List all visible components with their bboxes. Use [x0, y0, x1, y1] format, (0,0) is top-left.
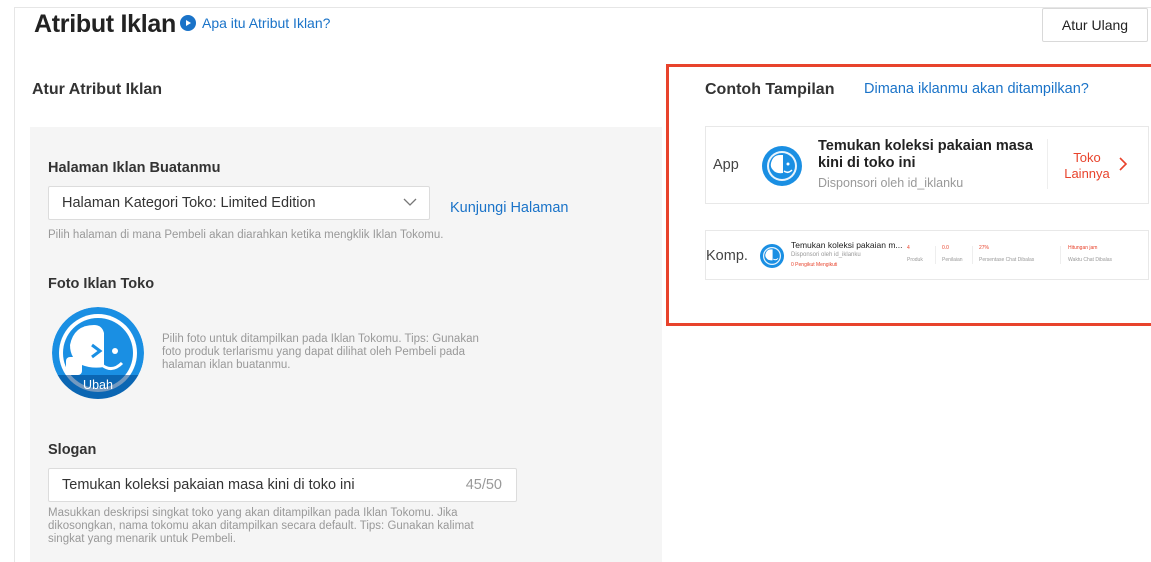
- desktop-preview-sponsor: Disponsori oleh id_iklanku: [791, 252, 861, 258]
- help-link-label: Apa itu Atribut Iklan?: [202, 15, 331, 31]
- shop-logo-icon: [762, 146, 802, 186]
- top-divider: [15, 7, 1151, 8]
- change-photo-label: Ubah: [52, 375, 144, 399]
- stat-value-chat-time: Hitungan jam: [1068, 245, 1098, 251]
- page-title: Atribut Iklan: [34, 10, 176, 38]
- app-preview-sponsor: Disponsori oleh id_iklanku: [818, 176, 964, 190]
- stat-divider: [1060, 246, 1061, 264]
- shop-photo-avatar[interactable]: Ubah: [52, 307, 144, 399]
- ad-page-select[interactable]: Halaman Kategori Toko: Limited Edition: [48, 186, 430, 220]
- chevron-right-icon[interactable]: [1119, 157, 1128, 171]
- app-card-divider: [1047, 139, 1048, 189]
- ad-page-label: Halaman Iklan Buatanmu: [48, 160, 221, 176]
- help-link[interactable]: Apa itu Atribut Iklan?: [180, 15, 330, 31]
- app-label: App: [713, 157, 739, 173]
- ad-page-help: Pilih halaman di mana Pembeli akan diara…: [48, 229, 444, 241]
- settings-section-title: Atur Atribut Iklan: [32, 81, 163, 98]
- stat-label-chat-rate: Persentase Chat Dibalas: [979, 257, 1035, 263]
- left-divider: [14, 7, 15, 562]
- stat-value-chat-rate: 27%: [979, 245, 990, 251]
- stat-label-chat-time: Waktu Chat Dibalas: [1068, 257, 1112, 263]
- photo-help: Pilih foto untuk ditampilkan pada Iklan …: [162, 333, 479, 371]
- ad-page-selected-value: Halaman Kategori Toko: Limited Edition: [62, 195, 316, 211]
- slogan-value: Temukan koleksi pakaian masa kini di tok…: [62, 477, 355, 493]
- app-preview-headline: Temukan koleksi pakaian masa kini di tok…: [818, 138, 1033, 171]
- play-circle-icon: [180, 15, 196, 31]
- visit-page-link[interactable]: Kunjungi Halaman: [450, 200, 569, 216]
- slogan-input[interactable]: Temukan koleksi pakaian masa kini di tok…: [48, 468, 517, 502]
- slogan-label: Slogan: [48, 442, 97, 458]
- slogan-char-counter: 45/50: [465, 477, 502, 493]
- desktop-preview-followers: 0 Pengikut Mengikuti: [791, 262, 838, 268]
- desktop-label: Komp.: [706, 248, 748, 264]
- ad-placement-link[interactable]: Dimana iklanmu akan ditampilkan?: [864, 81, 1089, 97]
- stat-divider: [935, 246, 936, 264]
- slogan-help: Masukkan deskripsi singkat toko yang aka…: [48, 507, 474, 545]
- desktop-preview-headline: Temukan koleksi pakaian m...: [791, 240, 903, 250]
- stat-value-products: 4: [907, 245, 910, 251]
- preview-title: Contoh Tampilan: [705, 81, 835, 98]
- stat-value-rating: 0.0: [942, 245, 949, 251]
- shop-logo-icon: [760, 244, 784, 268]
- chevron-down-icon: [403, 194, 417, 212]
- reset-button[interactable]: Atur Ulang: [1042, 8, 1148, 42]
- photo-label: Foto Iklan Toko: [48, 276, 155, 292]
- stat-label-products: Produk: [907, 257, 923, 263]
- stat-divider: [972, 246, 973, 264]
- stat-label-rating: Penilaian: [942, 257, 963, 263]
- other-shops-link[interactable]: Toko Lainnya: [1062, 150, 1112, 182]
